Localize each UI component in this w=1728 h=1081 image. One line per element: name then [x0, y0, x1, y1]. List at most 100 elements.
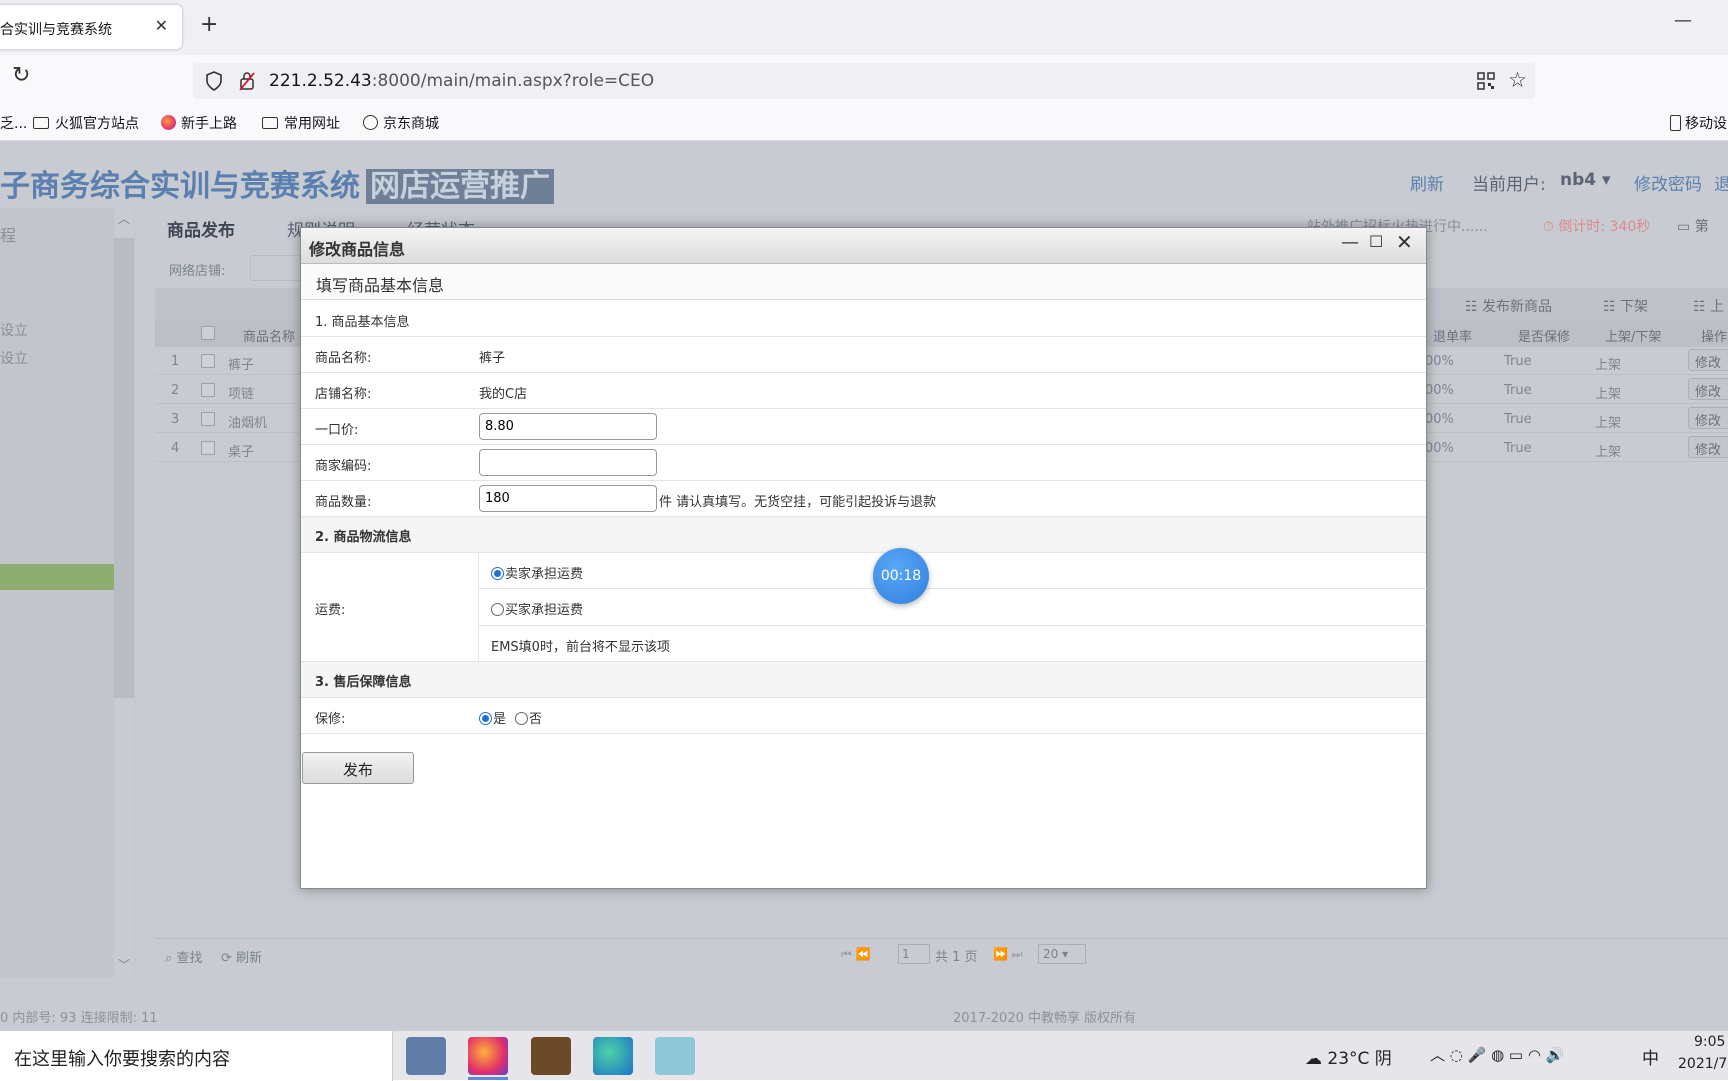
edit-button[interactable]: 修改: [1688, 407, 1728, 429]
sidebar-item[interactable]: 设立: [0, 320, 28, 340]
sidebar-scrollbar[interactable]: ︿ ﹀: [114, 208, 134, 978]
game-app-icon[interactable]: [531, 1037, 571, 1075]
dialog-subtitle: 填写商品基本信息: [316, 276, 445, 295]
bookmark-item[interactable]: 乏...: [0, 113, 27, 133]
firefox-icon: [161, 115, 176, 130]
warranty-yes-radio[interactable]: 是: [479, 708, 506, 727]
dialog-close-icon[interactable]: ✕: [1396, 230, 1413, 254]
dialog-maximize-icon[interactable]: ☐: [1369, 232, 1383, 251]
status-cell: 上架: [1595, 416, 1622, 431]
column-header[interactable]: 上架/下架: [1605, 326, 1661, 345]
edit-button[interactable]: 修改: [1688, 378, 1728, 400]
clock-time[interactable]: 9:05: [1694, 1034, 1725, 1050]
sidebar-item-selected[interactable]: [0, 564, 114, 590]
section-title: 3. 售后保障信息: [315, 675, 412, 690]
shield-icon[interactable]: [205, 71, 223, 91]
bookmark-common-sites[interactable]: 常用网址: [262, 113, 340, 133]
bookmark-firefox-official[interactable]: 火狐官方站点: [33, 113, 139, 133]
radio-unchecked-icon: [491, 603, 504, 616]
status-cell: 上架: [1595, 387, 1622, 402]
address-bar[interactable]: 221.2.52.43:8000/main/main.aspx?role=CEO…: [193, 63, 1535, 99]
find-button[interactable]: ⌕ 查找: [165, 947, 202, 966]
clock-date[interactable]: 2021/7: [1678, 1056, 1727, 1072]
quantity-label: 商品数量:: [315, 495, 372, 510]
edit-product-dialog: 修改商品信息 — ☐ ✕ 填写商品基本信息 1. 商品基本信息 商品名称: 裤子…: [300, 227, 1427, 889]
row-checkbox[interactable]: [201, 412, 215, 426]
shipping-option-buyer[interactable]: 买家承担运费: [479, 589, 1427, 626]
list-button[interactable]: ☷ 上: [1693, 296, 1724, 316]
section-basic-info: 1. 商品基本信息: [301, 300, 1426, 337]
last-page-icon[interactable]: ⏩ ⏭: [993, 947, 1023, 962]
warranty-no-radio[interactable]: 否: [515, 708, 542, 727]
ime-indicator[interactable]: 中: [1642, 1044, 1659, 1069]
product-name-row: 商品名称: 裤子: [301, 337, 1426, 373]
price-input[interactable]: [479, 413, 657, 440]
insecure-lock-icon[interactable]: [239, 71, 255, 91]
price-label: 一口价:: [315, 423, 359, 438]
shipping-options: 卖家承担运费 买家承担运费 EMS填0时，前台将不显示该项: [478, 553, 1427, 662]
column-header[interactable]: 退单率: [1433, 326, 1472, 345]
edit-button[interactable]: 修改: [1688, 349, 1728, 371]
scroll-down-icon[interactable]: ﹀: [118, 956, 130, 973]
grid-pager: ⌕ 查找 ⟳ 刷新 ⏮ ⏪ 1 共 1 页 ⏩ ⏭ 20 ▾: [155, 938, 1728, 970]
refund-rate-cell: 00%: [1425, 441, 1454, 456]
row-checkbox[interactable]: [201, 441, 215, 455]
url-text[interactable]: 221.2.52.43:8000/main/main.aspx?role=CEO: [269, 71, 654, 91]
sidebar-item[interactable]: 程: [0, 222, 16, 246]
select-all-checkbox[interactable]: [201, 326, 215, 340]
scroll-up-icon[interactable]: ︿: [118, 210, 130, 227]
minimize-window-icon[interactable]: —: [1674, 10, 1692, 31]
mobile-bookmarks[interactable]: 移动设: [1670, 113, 1727, 133]
timer-bubble[interactable]: 00:18: [873, 548, 929, 604]
shipping-option-seller[interactable]: 卖家承担运费: [479, 553, 1427, 589]
system-tray-icons[interactable]: ︿ ◌ 🎤 ◍ ▭ ◠ 🔊: [1430, 1044, 1564, 1065]
column-header[interactable]: 操作: [1701, 326, 1727, 345]
shipping-row: 运费: 卖家承担运费 买家承担运费 EMS填0时，前台将不显示该项: [301, 553, 1427, 662]
bookmark-jd-mall[interactable]: 京东商城: [363, 113, 439, 133]
merchant-code-input[interactable]: [479, 449, 657, 476]
row-checkbox[interactable]: [201, 383, 215, 397]
refund-rate-cell: 00%: [1425, 412, 1454, 427]
reload-icon[interactable]: ↻: [12, 63, 30, 88]
first-page-icon[interactable]: ⏮ ⏪: [841, 947, 871, 962]
app-icon[interactable]: [655, 1037, 695, 1075]
seller-pays-radio[interactable]: 卖家承担运费: [491, 563, 583, 582]
quantity-input[interactable]: [479, 485, 657, 512]
taskbar-search[interactable]: 在这里输入你要搜索的内容: [0, 1031, 393, 1081]
sidebar-item[interactable]: 设立: [0, 348, 28, 368]
buyer-pays-radio[interactable]: 买家承担运费: [491, 599, 583, 618]
page-size-select[interactable]: 20 ▾: [1038, 944, 1086, 964]
page-input[interactable]: 1: [898, 944, 930, 964]
dialog-titlebar[interactable]: 修改商品信息 — ☐ ✕: [301, 228, 1426, 264]
publish-button[interactable]: 发布: [302, 752, 414, 784]
dialog-minimize-icon[interactable]: —: [1341, 232, 1359, 253]
row-number: 4: [171, 441, 180, 456]
column-header[interactable]: 是否保修: [1518, 326, 1570, 345]
edit-button[interactable]: 修改: [1688, 436, 1728, 458]
bookmark-star-icon[interactable]: ☆: [1508, 68, 1527, 92]
publish-new-product-button[interactable]: ☷ 发布新商品: [1465, 296, 1552, 316]
weather[interactable]: ☁ 23°C 阴: [1305, 1044, 1392, 1069]
firefox-taskbar-icon[interactable]: [468, 1037, 508, 1080]
refresh-link[interactable]: 刷新: [1410, 170, 1444, 195]
bookmark-getting-started[interactable]: 新手上路: [161, 113, 237, 133]
delist-button[interactable]: ☷ 下架: [1603, 296, 1648, 316]
calculator-icon[interactable]: [406, 1037, 446, 1075]
tab-product-publish[interactable]: 商品发布: [167, 216, 235, 241]
row-checkbox[interactable]: [201, 354, 215, 368]
browser-tab[interactable]: 合实训与竞赛系统 ✕: [0, 5, 182, 49]
edge-icon[interactable]: [593, 1037, 633, 1075]
column-header[interactable]: 商品名称: [243, 326, 295, 345]
grid-refresh-button[interactable]: ⟳ 刷新: [221, 947, 262, 966]
new-tab-icon[interactable]: +: [200, 12, 218, 37]
qr-code-icon[interactable]: [1477, 72, 1495, 90]
current-user[interactable]: nb4 ▾: [1560, 170, 1611, 190]
week-indicator: ▭ 第: [1677, 219, 1709, 235]
close-tab-icon[interactable]: ✕: [155, 16, 168, 35]
section-title: 1. 商品基本信息: [315, 315, 410, 330]
logout-link[interactable]: 退: [1714, 170, 1728, 195]
tab-title: 合实训与竞赛系统: [0, 22, 112, 38]
scrollbar-thumb[interactable]: [114, 238, 134, 698]
change-password-link[interactable]: 修改密码: [1634, 170, 1702, 195]
product-name-label: 商品名称:: [315, 351, 372, 366]
